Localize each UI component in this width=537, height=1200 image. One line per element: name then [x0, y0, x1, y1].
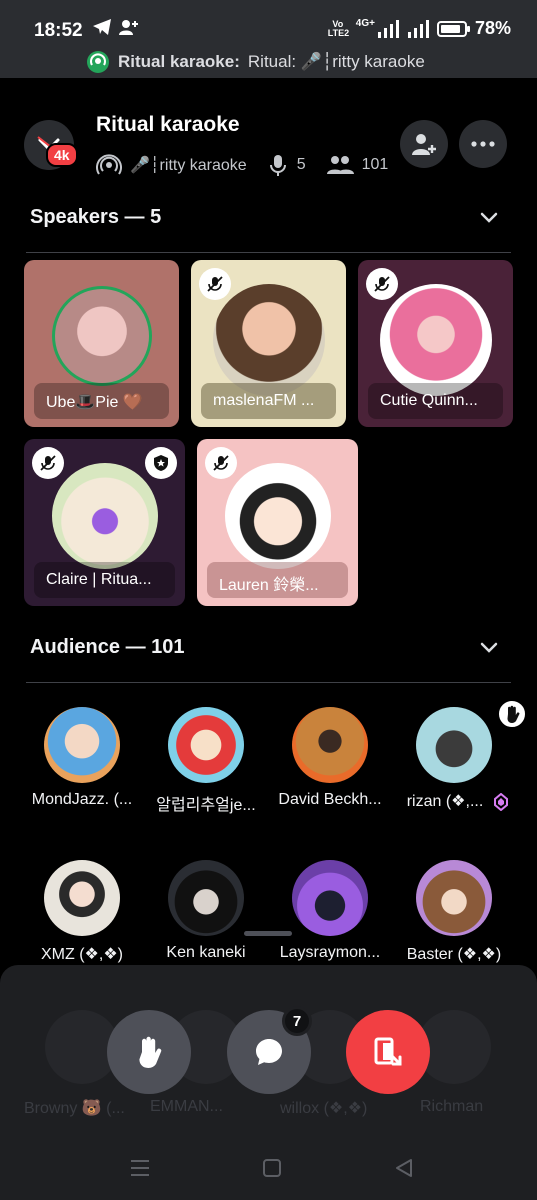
audience-avatar — [292, 860, 368, 936]
audience-member[interactable]: David Beckh... — [267, 707, 393, 809]
muted-icon — [199, 268, 231, 300]
audience-avatar — [168, 707, 244, 783]
audience-avatar — [416, 860, 492, 936]
audience-collapse-icon[interactable] — [479, 637, 499, 657]
moderator-badge-icon — [145, 447, 177, 479]
muted-icon — [32, 447, 64, 479]
speakers-heading: Speakers — 5 — [30, 206, 162, 228]
speaker-name: maslenaFM ... — [201, 383, 336, 419]
audience-name: Baster (❖,❖) — [406, 946, 502, 963]
stage-meta: 🎤┆ritty karaoke 5 101 — [96, 152, 388, 178]
speaker-tile[interactable]: Lauren 鈴榮... — [197, 439, 358, 606]
muted-icon — [205, 447, 237, 479]
unread-count-badge: 7 — [282, 1006, 312, 1036]
more-icon — [471, 141, 495, 147]
hidden-audience-name: Richman — [420, 1098, 484, 1115]
audience-member[interactable]: Ken kaneki — [143, 860, 269, 962]
status-right-icons: Vo LTE2 4G+ 78% — [328, 18, 511, 39]
leave-stage-button[interactable] — [346, 1010, 430, 1094]
audience-member[interactable]: 알럽리추얼je... — [143, 707, 269, 815]
speaker-name: Claire | Ritua... — [34, 562, 175, 598]
speaker-tile[interactable]: maslenaFM ... — [191, 260, 346, 427]
speaker-name: Lauren 鈴榮... — [207, 562, 348, 598]
audience-member[interactable]: XMZ (❖,❖) — [19, 860, 145, 964]
system-nav-bar — [0, 1140, 537, 1200]
telegram-icon — [93, 19, 111, 35]
add-user-icon — [412, 134, 436, 155]
raise-hand-button[interactable] — [107, 1010, 191, 1094]
audience-name: 알럽리추얼je... — [156, 797, 256, 814]
recents-icon[interactable] — [129, 1158, 151, 1178]
network-type: 4G+ — [355, 18, 375, 29]
raised-hand-icon — [496, 698, 528, 730]
home-icon[interactable] — [262, 1158, 282, 1178]
ongoing-notification[interactable]: Ritual karaoke: Ritual: 🎤┆ritty karaoke — [86, 50, 425, 74]
stage-icon — [96, 154, 122, 175]
speaker-tile[interactable]: Claire | Ritua... — [24, 439, 185, 606]
hidden-audience-name: willox (❖,❖) — [280, 1100, 368, 1117]
speaker-avatar — [379, 284, 492, 396]
battery-icon — [436, 20, 470, 37]
nitro-boost-icon — [494, 793, 508, 811]
audience-avatar — [168, 860, 244, 936]
speaker-tile[interactable]: Ube🎩Pie 🤎 — [24, 260, 179, 427]
battery-level: 78% — [474, 18, 511, 38]
people-icon — [326, 156, 354, 174]
audience-name: Ken kaneki — [166, 944, 246, 961]
speaker-name: Ube🎩Pie 🤎 — [34, 383, 169, 419]
muted-icon — [366, 268, 398, 300]
speaker-avatar — [212, 284, 325, 396]
hidden-audience-name: Browny 🐻 (... — [24, 1100, 125, 1117]
add-user-status-icon — [119, 20, 138, 35]
stage-title: Ritual karaoke — [96, 113, 240, 136]
notification-title: Ritual karaoke: — [118, 52, 240, 71]
audience-heading: Audience — 101 — [30, 636, 185, 658]
signal-icon-2 — [407, 19, 429, 38]
hand-icon — [139, 1036, 162, 1068]
speaker-avatar — [51, 286, 152, 386]
panel-drag-handle[interactable] — [244, 931, 292, 936]
mic-icon — [269, 155, 286, 176]
notification-text: Ritual: 🎤┆ritty karaoke — [247, 52, 425, 71]
speaker-avatar — [224, 463, 331, 569]
audience-avatar — [292, 707, 368, 783]
listener-count: 101 — [361, 156, 389, 173]
status-left-icons — [92, 18, 140, 36]
audience-member[interactable]: Laysraymon... — [267, 860, 393, 962]
audience-member[interactable]: Baster (❖,❖) — [391, 860, 517, 964]
stage-live-icon — [87, 51, 109, 73]
status-time: 18:52 — [34, 20, 83, 41]
chat-bubble-icon — [256, 1039, 282, 1065]
audience-name: David Beckh... — [278, 791, 382, 808]
audience-member[interactable]: MondJazz. (... — [19, 707, 145, 809]
speakers-collapse-icon[interactable] — [479, 207, 499, 227]
speaker-name: Cutie Quinn... — [368, 383, 503, 419]
more-options-button[interactable] — [459, 120, 507, 168]
audience-avatar — [44, 860, 120, 936]
speakers-divider — [26, 252, 511, 253]
speaker-avatar — [51, 463, 158, 569]
hidden-audience-name: EMMAN... — [150, 1098, 223, 1115]
back-icon[interactable] — [394, 1158, 414, 1178]
status-bar: 18:52 Vo LTE2 4G+ 78% Ritual karaoke: Ri… — [0, 0, 537, 78]
audience-name: XMZ (❖,❖) — [40, 946, 123, 963]
quality-badge: 4k — [46, 143, 78, 167]
speaker-count: 5 — [296, 156, 306, 173]
speaker-tile[interactable]: Cutie Quinn... — [358, 260, 513, 427]
signal-icon — [377, 19, 399, 38]
leave-icon — [374, 1037, 402, 1066]
audience-divider — [26, 682, 511, 683]
channel-name: 🎤┆ritty karaoke — [130, 157, 247, 174]
audience-avatar — [416, 707, 492, 783]
volte-label: Vo LTE2 — [327, 18, 350, 38]
audience-name: Laysraymon... — [279, 944, 381, 961]
audience-name: MondJazz. (... — [31, 791, 133, 808]
invite-button[interactable] — [400, 120, 448, 168]
audience-avatar — [44, 707, 120, 783]
